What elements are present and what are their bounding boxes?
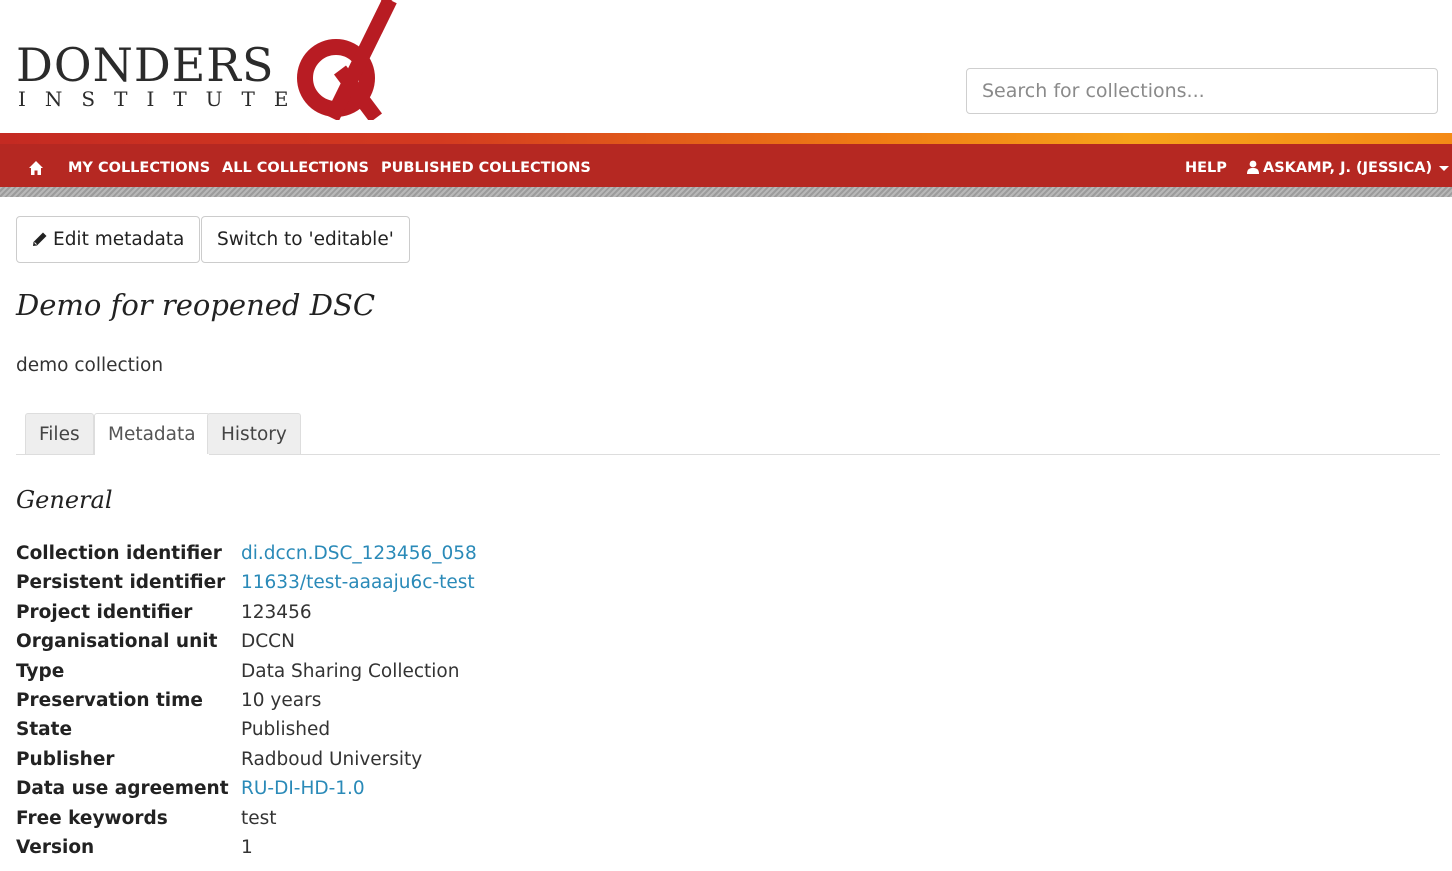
metadata-key: Collection identifier [16,543,222,564]
section-general-heading: General [16,486,113,514]
edit-metadata-label: Edit metadata [53,229,185,250]
metadata-key: Version [16,836,95,858]
metadata-value: 1 [241,836,253,858]
logo-word: DONDERS [16,38,275,92]
pencil-icon [33,232,47,246]
user-menu[interactable]: ASKAMP, J. (JESSICA) [1247,150,1450,187]
user-icon [1247,160,1259,174]
metadata-key: Preservation time [16,689,203,711]
metadata-key: Data use agreement [16,778,229,800]
logo-subword: INSTITUTE [18,87,308,111]
collection-description: demo collection [16,355,164,376]
nav-texture-strip [0,187,1452,197]
main-navbar: MY COLLECTIONS ALL COLLECTIONS PUBLISHED… [0,150,1452,187]
metadata-key: Persistent identifier [16,572,226,594]
tab-history[interactable]: History [207,413,301,454]
metadata-key: Publisher [16,748,115,770]
tab-files[interactable]: Files [25,413,94,454]
header-band [0,133,1452,150]
search-input[interactable] [966,68,1438,114]
nav-published-collections[interactable]: PUBLISHED COLLECTIONS [381,150,591,187]
metadata-value: DCCN [241,631,295,653]
metadata-key: Free keywords [16,807,168,829]
tab-metadata[interactable]: Metadata [94,413,210,455]
switch-editable-button[interactable]: Switch to 'editable' [201,216,410,263]
metadata-value: Data Sharing Collection [241,660,460,682]
metadata-value: Published [241,719,331,741]
metadata-value: 123456 [241,601,312,623]
nav-help[interactable]: HELP [1185,150,1227,187]
donders-institute-logo[interactable]: DONDERS INSTITUTE [16,0,397,120]
alpha-logo-icon [297,0,397,120]
nav-all-collections[interactable]: ALL COLLECTIONS [222,150,369,187]
metadata-key: State [16,719,73,741]
nav-my-collections[interactable]: MY COLLECTIONS [68,150,210,187]
persistent-identifier-link[interactable]: 11633/test-aaaaju6c-test [241,572,475,593]
chevron-down-icon [1439,165,1450,171]
collection-identifier-link[interactable]: di.dccn.DSC_123456_058 [241,543,477,564]
user-name: ASKAMP, J. (JESSICA) [1263,160,1433,176]
metadata-value: Radboud University [241,748,423,770]
metadata-key: Project identifier [16,601,193,623]
site-header: DONDERS INSTITUTE [0,0,1452,136]
home-icon[interactable] [28,160,44,176]
metadata-key: Type [16,660,65,682]
metadata-value: test [241,807,277,829]
metadata-key: Organisational unit [16,631,218,653]
edit-metadata-button[interactable]: Edit metadata [16,216,201,263]
collection-title: Demo for reopened DSC [16,288,376,322]
metadata-value: 10 years [241,689,322,711]
data-use-agreement-link[interactable]: RU-DI-HD-1.0 [241,778,365,799]
